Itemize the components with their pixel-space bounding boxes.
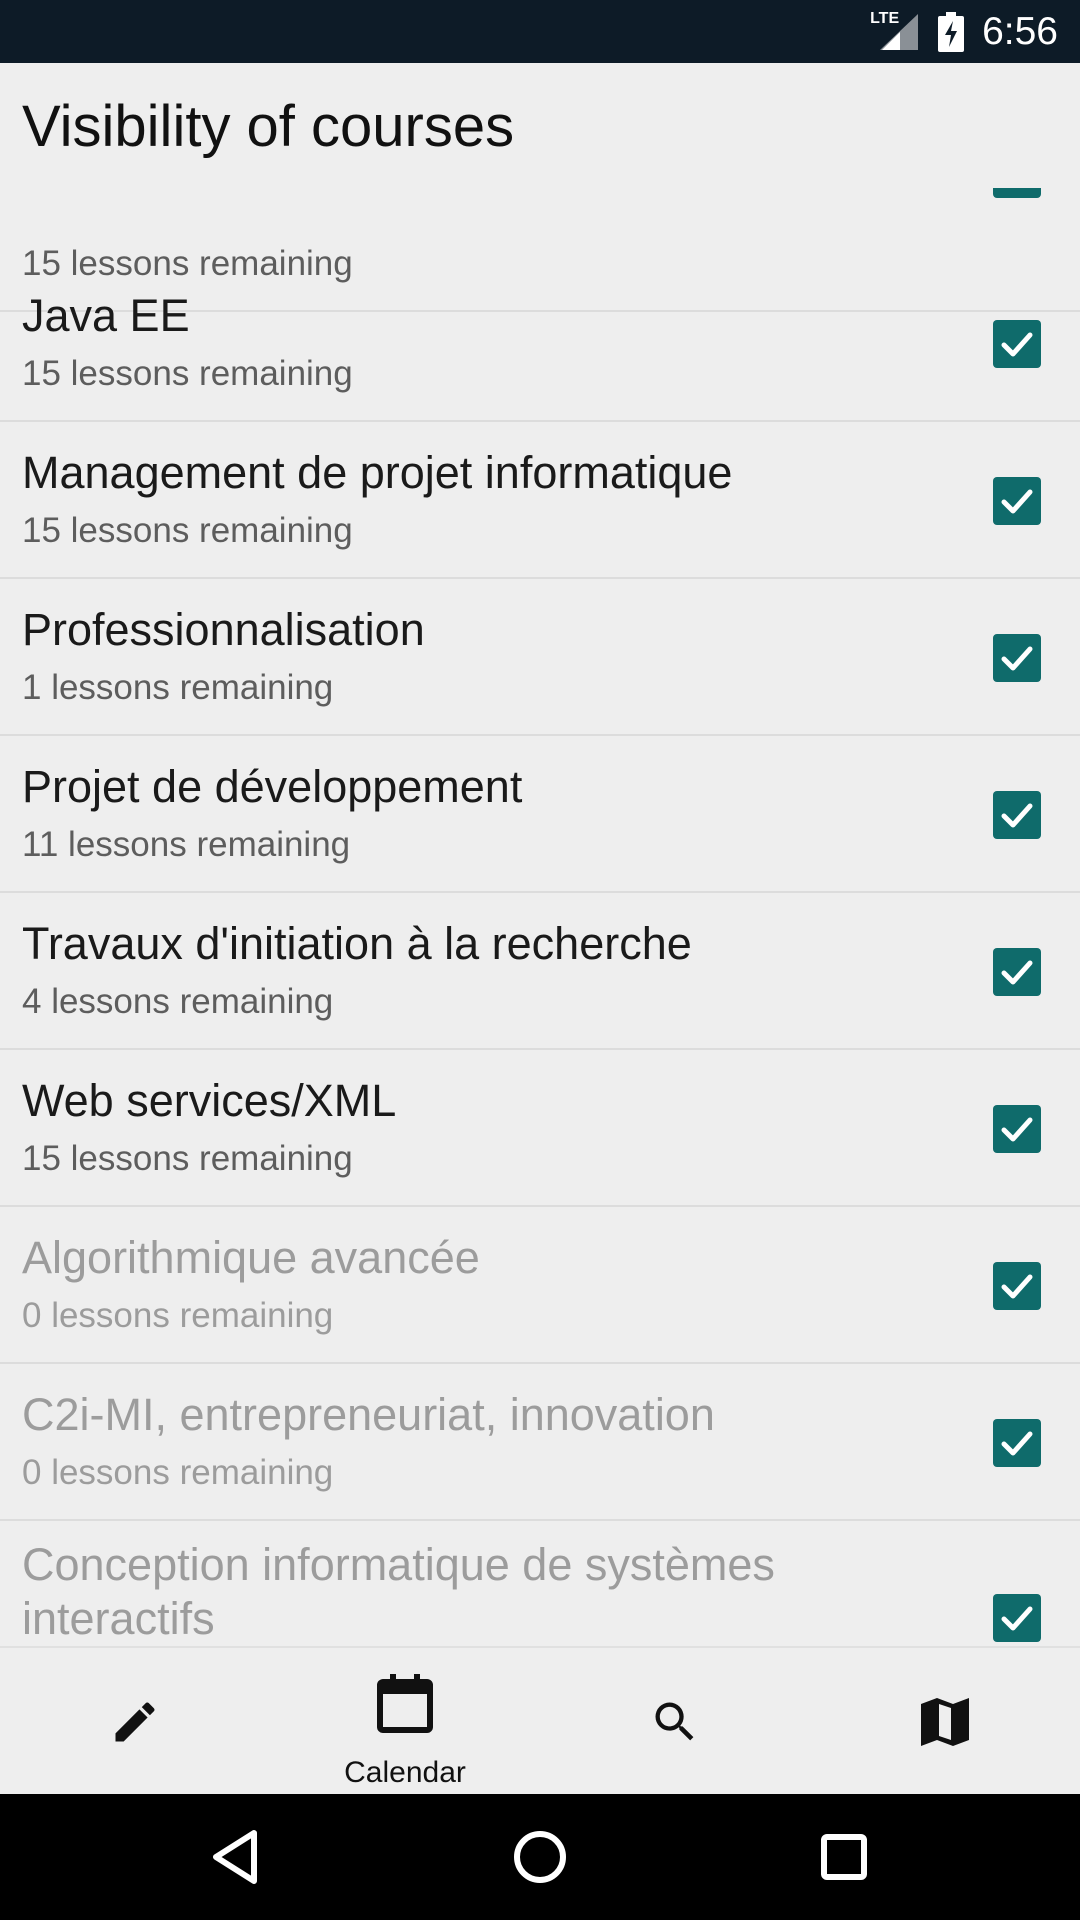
course-checkbox[interactable] [993, 1419, 1041, 1467]
nav-calendar[interactable]: Calendar [270, 1648, 540, 1796]
course-checkbox[interactable] [993, 477, 1041, 525]
course-checkbox[interactable] [993, 320, 1041, 368]
course-checkbox[interactable] [993, 188, 1041, 198]
status-icons: LTE 6:56 [870, 0, 1058, 63]
status-bar: LTE 6:56 [0, 0, 1080, 63]
bottom-nav: Calendar [0, 1646, 1080, 1794]
course-checkbox[interactable] [993, 1105, 1041, 1153]
course-checkbox[interactable] [993, 791, 1041, 839]
map-icon [921, 1698, 969, 1746]
course-title: Management de projet informatique [22, 447, 733, 498]
course-title: Java EE [22, 290, 190, 341]
course-row[interactable]: Travaux d'initiation à la recherche 4 le… [0, 894, 1080, 1050]
system-nav-bar [0, 1794, 1080, 1920]
check-icon [1001, 646, 1033, 671]
status-time: 6:56 [982, 9, 1058, 53]
course-row[interactable]: Projet de développement 11 lessons remai… [0, 737, 1080, 893]
course-checkbox[interactable] [993, 948, 1041, 996]
check-icon [1001, 1274, 1033, 1299]
course-checkbox[interactable] [993, 634, 1041, 682]
calendar-icon [377, 1674, 433, 1733]
course-title: Professionnalisation [22, 604, 425, 655]
course-title: Projet de développement [22, 761, 523, 812]
nav-edit[interactable] [0, 1648, 270, 1796]
check-icon [1001, 1606, 1033, 1631]
course-subtitle: 15 lessons remaining [22, 1139, 353, 1178]
course-title: Algorithmique avancée [22, 1232, 480, 1283]
check-icon [1001, 1117, 1033, 1142]
course-subtitle: 15 lessons remaining [22, 354, 353, 393]
course-subtitle: 4 lessons remaining [22, 982, 334, 1021]
check-icon [1001, 489, 1033, 514]
course-subtitle: 1 lessons remaining [22, 668, 334, 707]
course-list[interactable]: 15 lessons remaining Java EE 15 lessons … [0, 188, 1080, 1646]
check-icon [993, 188, 1041, 198]
check-icon [1001, 1431, 1033, 1456]
course-row[interactable]: Conception informatique de systèmes inte… [0, 1522, 1080, 1646]
course-title: Conception informatique de systèmes inte… [22, 1539, 775, 1644]
course-row[interactable]: Professionnalisation 1 lessons remaining [0, 580, 1080, 736]
course-row[interactable]: Java EE 15 lessons remaining [0, 266, 1080, 422]
course-checkbox[interactable] [993, 1262, 1041, 1310]
app-header: Visibility of courses [0, 63, 1080, 188]
battery-charging-icon [938, 11, 965, 52]
course-subtitle: 0 lessons remaining [22, 1296, 334, 1335]
course-row[interactable]: Algorithmique avancée 0 lessons remainin… [0, 1208, 1080, 1364]
nav-search[interactable] [540, 1648, 810, 1796]
back-icon[interactable] [206, 1827, 266, 1887]
check-icon [1001, 960, 1033, 985]
course-title: Travaux d'initiation à la recherche [22, 918, 692, 969]
nav-map[interactable] [810, 1648, 1080, 1796]
check-icon [1001, 803, 1033, 828]
home-icon[interactable] [510, 1827, 570, 1887]
lte-signal-icon: LTE [870, 10, 920, 52]
course-row[interactable]: Management de projet informatique 15 les… [0, 423, 1080, 579]
course-subtitle: 15 lessons remaining [22, 511, 353, 550]
check-icon [1001, 332, 1033, 357]
course-title: Web services/XML [22, 1075, 397, 1126]
course-subtitle: 11 lessons remaining [22, 825, 351, 864]
course-row[interactable]: Web services/XML 15 lessons remaining [0, 1051, 1080, 1207]
page-title: Visibility of courses [22, 94, 515, 159]
course-checkbox[interactable] [993, 1594, 1041, 1642]
nav-calendar-label: Calendar [344, 1756, 466, 1789]
recents-icon[interactable] [814, 1827, 874, 1887]
course-subtitle: 0 lessons remaining [22, 1453, 334, 1492]
course-row[interactable]: C2i-MI, entrepreneuriat, innovation 0 le… [0, 1365, 1080, 1521]
search-icon [655, 1702, 694, 1741]
pencil-icon [115, 1702, 155, 1742]
course-title: C2i-MI, entrepreneuriat, innovation [22, 1389, 715, 1440]
